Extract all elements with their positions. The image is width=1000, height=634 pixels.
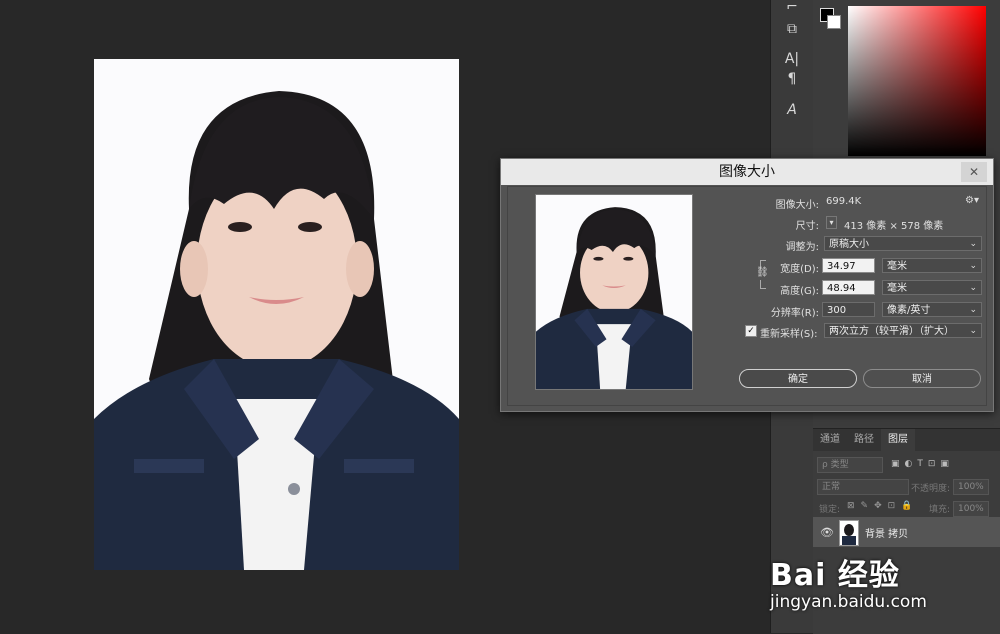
layer-filter-select[interactable]: ρ 类型 — [817, 457, 883, 473]
canvas-image — [94, 59, 459, 570]
layer-filter-row: ρ 类型 ▣◐T⊡▣ — [813, 453, 1000, 475]
dialog-title: 图像大小 — [501, 159, 993, 185]
layer-thumbnail — [839, 520, 859, 546]
resolution-input[interactable]: 300 — [822, 302, 875, 317]
dimensions-label: 尺寸: — [795, 221, 819, 232]
lock-label: 锁定: — [819, 505, 841, 515]
watermark-logo: Bai 经验 — [770, 558, 900, 593]
close-icon[interactable]: ✕ — [961, 162, 987, 182]
height-input[interactable]: 48.94 — [822, 280, 875, 295]
portrait-illustration — [94, 59, 459, 570]
dimensions-unit-dropdown[interactable]: ▾ — [826, 216, 837, 229]
tool-icon-top[interactable]: ⌐ — [781, 0, 803, 18]
chevron-down-icon: ⌄ — [969, 261, 977, 271]
opacity-field[interactable]: 100% — [953, 479, 989, 495]
preview-portrait — [536, 195, 692, 389]
blend-mode-select[interactable]: 正常 — [817, 479, 909, 495]
chevron-down-icon: ⌄ — [969, 305, 977, 315]
resolution-unit-value: 像素/英寸 — [887, 305, 931, 316]
height-unit-select[interactable]: 毫米 ⌄ — [882, 280, 982, 295]
ok-button[interactable]: 确定 — [739, 369, 857, 388]
tab-channels[interactable]: 通道 — [813, 429, 847, 451]
layer-filter-icons[interactable]: ▣◐T⊡▣ — [891, 459, 954, 469]
height-label: 高度(G): — [780, 286, 819, 297]
character-panel-icon[interactable]: A| — [781, 48, 803, 70]
image-size-dialog: 图像大小 ✕ 图像大小: 699.4K ⚙▾ 尺寸: ▾ 413 像素 × 57… — [500, 158, 994, 412]
fill-field[interactable]: 100% — [953, 501, 989, 517]
resample-checkbox[interactable]: ✓ — [745, 325, 757, 337]
chevron-down-icon: ⌄ — [969, 239, 977, 249]
resample-select[interactable]: 两次立方（较平滑）（扩大） ⌄ — [824, 323, 982, 338]
width-unit-select[interactable]: 毫米 ⌄ — [882, 258, 982, 273]
chevron-down-icon: ⌄ — [969, 326, 977, 336]
lock-icons[interactable]: ⊠✎✥⊡🔒 — [847, 501, 918, 511]
tab-paths[interactable]: 路径 — [847, 429, 881, 451]
resolution-label: 分辨率(R): — [770, 308, 819, 319]
image-size-label: 图像大小: — [775, 200, 819, 211]
clone-source-icon[interactable]: ⧉ — [781, 18, 803, 40]
resample-value: 两次立方（较平滑）（扩大） — [829, 326, 954, 337]
background-color-swatch[interactable] — [827, 15, 841, 29]
tab-layers[interactable]: 图层 — [881, 429, 915, 451]
layer-row[interactable]: 👁 背景 拷贝 — [813, 517, 1000, 547]
resample-label: 重新采样(S): — [760, 329, 818, 340]
glyphs-panel-icon[interactable]: A — [781, 99, 803, 121]
fit-to-label: 调整为: — [785, 242, 819, 253]
image-size-value: 699.4K — [826, 196, 862, 207]
resolution-unit-select[interactable]: 像素/英寸 ⌄ — [882, 302, 982, 317]
width-label: 宽度(D): — [780, 264, 819, 275]
watermark: Bai 经验 jingyan.baidu.com — [770, 546, 1000, 633]
gear-icon[interactable]: ⚙▾ — [965, 195, 979, 206]
layers-tabs: 通道 路径 图层 — [813, 429, 1000, 451]
opacity-label: 不透明度: — [911, 484, 951, 494]
layer-name: 背景 拷贝 — [865, 529, 909, 540]
preview-image[interactable] — [535, 194, 693, 390]
dimensions-value: 413 像素 × 578 像素 — [844, 221, 944, 232]
fit-to-value: 原稿大小 — [829, 239, 869, 250]
height-unit-value: 毫米 — [887, 283, 907, 294]
fill-label: 填充: — [929, 505, 951, 515]
lock-row: 锁定: ⊠✎✥⊡🔒 填充: 100% — [813, 497, 1000, 519]
chevron-down-icon: ⌄ — [969, 283, 977, 293]
width-unit-value: 毫米 — [887, 261, 907, 272]
blend-row: 正常 不透明度: 100% — [813, 475, 1000, 497]
cancel-button[interactable]: 取消 — [863, 369, 981, 388]
paragraph-panel-icon[interactable]: ¶ — [781, 68, 803, 90]
dialog-body: 图像大小: 699.4K ⚙▾ 尺寸: ▾ 413 像素 × 578 像素 调整… — [507, 186, 987, 406]
width-input[interactable]: 34.97 — [822, 258, 875, 273]
fit-to-select[interactable]: 原稿大小 ⌄ — [824, 236, 982, 251]
color-picker-field[interactable] — [848, 6, 986, 156]
eye-icon[interactable]: 👁 — [820, 526, 834, 539]
watermark-url: jingyan.baidu.com — [770, 592, 927, 612]
